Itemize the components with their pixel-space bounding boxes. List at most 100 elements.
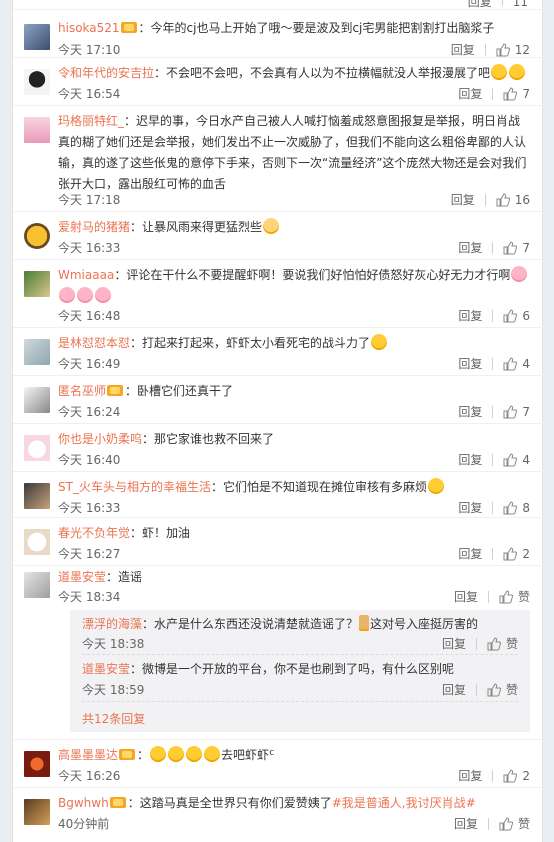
reply-link[interactable]: 回复: [451, 41, 475, 58]
timestamp: 今天 17:18: [58, 193, 121, 207]
thumb-up-icon[interactable]: [499, 816, 513, 831]
avatar[interactable]: [24, 572, 50, 598]
avatar[interactable]: [24, 751, 50, 777]
like-count[interactable]: 12: [515, 43, 530, 57]
more-replies-link[interactable]: 共12条回复: [82, 710, 145, 727]
username[interactable]: 道墨安莹: [58, 570, 106, 584]
username[interactable]: 令和年代的安吉拉: [58, 66, 154, 80]
like-count[interactable]: 7: [522, 87, 530, 101]
username[interactable]: 漂浮的海藻: [82, 617, 142, 631]
reply-link[interactable]: 回复: [451, 191, 475, 208]
like-count[interactable]: 11: [513, 0, 528, 9]
comment-item: 你也是小奶柔呜：那它家谁也救不回来了 今天 16:40 回复 4: [13, 423, 544, 471]
reply-link[interactable]: 回复: [442, 681, 466, 698]
thumb-up-icon[interactable]: [503, 240, 518, 255]
comment-item: 令和年代的安吉拉：不会吧不会吧，不会真有人以为不拉横幅就没人举报漫展了吧 今天 …: [13, 57, 544, 105]
comment-actions: 回复 4: [458, 355, 530, 372]
reply-link[interactable]: 回复: [442, 635, 466, 652]
reply-link[interactable]: 回复: [468, 0, 492, 9]
username[interactable]: 玛格丽特红_: [58, 114, 124, 128]
avatar[interactable]: [24, 483, 50, 509]
thumb-up-icon[interactable]: [503, 308, 518, 323]
comment-actions: 回复 4: [458, 451, 530, 468]
thumb-up-icon[interactable]: [503, 768, 518, 783]
emoji-icon: [150, 746, 167, 762]
username[interactable]: Bgwhwh: [58, 796, 109, 810]
username[interactable]: 爱射马的猪猪: [58, 220, 130, 234]
avatar[interactable]: [24, 529, 50, 555]
reply-link[interactable]: 回复: [458, 545, 482, 562]
comment-item: 匿名巫师 ：卧槽它们还真干了 今天 16:24 回复 7: [13, 375, 544, 423]
timestamp: 今天 18:38: [82, 637, 145, 651]
thumb-up-icon[interactable]: [503, 546, 518, 561]
comment-actions: 回复 7: [458, 403, 530, 420]
avatar[interactable]: [24, 271, 50, 297]
emoji-icon: [168, 746, 185, 762]
avatar[interactable]: [24, 69, 50, 95]
like-count[interactable]: 6: [522, 309, 530, 323]
like-label[interactable]: 赞: [518, 588, 530, 605]
avatar[interactable]: [24, 799, 50, 825]
reply-link[interactable]: 回复: [458, 403, 482, 420]
thumb-up-icon[interactable]: [503, 356, 518, 371]
avatar[interactable]: [24, 223, 50, 249]
username[interactable]: 匿名巫师: [58, 384, 106, 398]
emoji-icon: [77, 287, 93, 303]
comment-text: ：打起来打起来，虾虾太小看死宅的战斗力了: [130, 336, 371, 350]
timestamp: 今天 16:54: [58, 87, 121, 101]
like-count[interactable]: 7: [522, 241, 530, 255]
emoji-icon: [263, 218, 280, 234]
comment-item: 春光不负年觉：虾！加油 今天 16:27 回复 2: [13, 517, 544, 565]
comment-text: ：它们怕是不知道现在摊位审核有多麻烦: [210, 480, 427, 494]
username[interactable]: 春光不负年觉: [58, 526, 130, 540]
comment-text: ：评论在干什么不要提醒虾啊！要说我们好怕怕好债怒好灰心好无力才行啊: [114, 268, 511, 282]
like-label[interactable]: 赞: [518, 815, 530, 832]
hashtag-link[interactable]: #我是普通人,我讨厌肖战#: [332, 796, 476, 810]
thumb-up-icon[interactable]: [503, 500, 518, 515]
reply-link[interactable]: 回复: [458, 767, 482, 784]
username[interactable]: 道墨安莹: [82, 662, 130, 676]
username[interactable]: 是林怼怼本怼: [58, 336, 130, 350]
like-count[interactable]: 7: [522, 405, 530, 419]
thumb-up-icon[interactable]: [503, 452, 518, 467]
thumb-up-icon[interactable]: [496, 42, 510, 57]
thumb-up-icon[interactable]: [499, 589, 513, 604]
reply-link[interactable]: 回复: [458, 499, 482, 516]
like-count[interactable]: 2: [522, 769, 530, 783]
avatar[interactable]: [24, 435, 50, 461]
like-count[interactable]: 8: [522, 501, 530, 515]
username[interactable]: 高墨墨墨达: [58, 748, 118, 762]
username[interactable]: ST_火车头与相方的幸福生活: [58, 480, 211, 494]
like-count[interactable]: 4: [522, 357, 530, 371]
like-count[interactable]: 2: [522, 547, 530, 561]
reply-link[interactable]: 回复: [458, 85, 482, 102]
reply-link[interactable]: 回复: [458, 355, 482, 372]
emoji-icon: [427, 478, 444, 494]
thumb-up-icon[interactable]: [487, 682, 501, 697]
thumb-up-icon[interactable]: [487, 636, 501, 651]
comment-text: ：卧槽它们还真干了: [125, 384, 234, 398]
thumb-up-icon[interactable]: [503, 404, 518, 419]
reply-link[interactable]: 回复: [458, 307, 482, 324]
avatar[interactable]: [24, 339, 50, 365]
avatar[interactable]: [24, 24, 50, 50]
timestamp: 今天 16:49: [58, 357, 121, 371]
like-label[interactable]: 赞: [506, 681, 518, 698]
thumb-up-icon[interactable]: [496, 192, 510, 207]
emoji-icon: [371, 334, 388, 350]
reply-link[interactable]: 回复: [458, 451, 482, 468]
thumb-up-icon[interactable]: [503, 86, 518, 101]
avatar[interactable]: [24, 387, 50, 413]
username[interactable]: hisoka521: [58, 21, 120, 35]
username[interactable]: 你也是小奶柔呜: [58, 432, 142, 446]
like-label[interactable]: 赞: [506, 635, 518, 652]
like-count[interactable]: 4: [522, 453, 530, 467]
reply-thread: 漂浮的海藻：水产是什么东西还没说清楚就造谣了？ 这对号入座挺厉害的 今天 18:3…: [70, 610, 530, 732]
reply-link[interactable]: 回复: [454, 588, 478, 605]
reply-link[interactable]: 回复: [458, 239, 482, 256]
like-count[interactable]: 16: [515, 193, 530, 207]
timestamp: 今天 16:26: [58, 769, 121, 783]
username[interactable]: Wmiaaaa: [58, 268, 114, 282]
reply-link[interactable]: 回复: [454, 815, 478, 832]
avatar[interactable]: [24, 117, 50, 143]
